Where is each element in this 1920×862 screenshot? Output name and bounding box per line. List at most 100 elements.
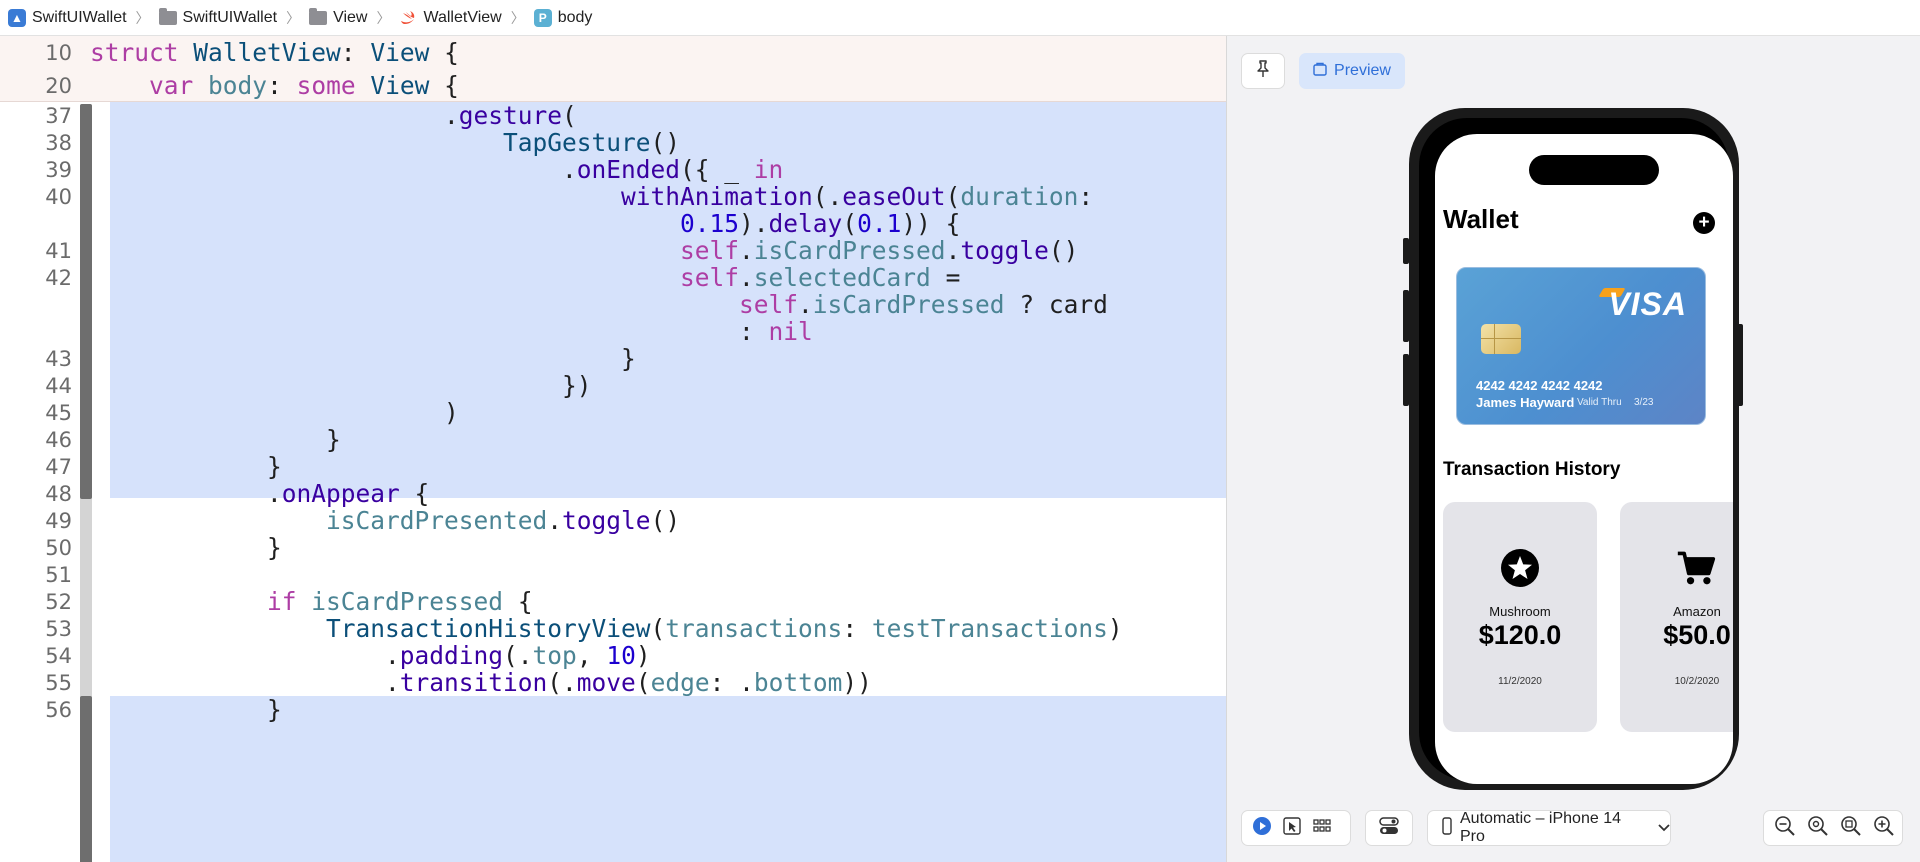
transaction-card[interactable]: Mushroom $120.0 11/2/2020 [1443,502,1597,732]
code-text: .transition(.move(edge: .bottom)) [90,668,872,697]
code-text: var body: some View { [149,71,459,100]
code-text: .padding(.top, 10) [90,641,651,670]
pin-preview-button[interactable] [1241,53,1285,89]
toggles-icon [1378,816,1400,841]
preview-canvas: Preview Wallet + VISA 4242 4242 4242 424… [1227,36,1920,862]
sticky-code-line[interactable]: 20 var body: some View { [0,69,1226,102]
line-number: 42 [45,266,72,290]
code-line[interactable]: 50 } [0,533,1226,562]
code-line[interactable]: 43 } [0,344,1226,373]
card-valid-label: Valid Thru [1577,397,1622,408]
phone-screen[interactable]: Wallet + VISA 4242 4242 4242 4242 James … [1435,134,1733,784]
transaction-list[interactable]: Mushroom $120.0 11/2/2020 Amazon $50.0 1… [1443,502,1733,732]
zoom-actual-size-icon[interactable] [1840,815,1862,842]
preview-mode-controls [1241,810,1351,846]
pin-icon [1255,59,1271,83]
breadcrumb-item-group[interactable]: SwiftUIWallet [158,7,278,27]
code-line[interactable]: 48 .onAppear { [0,479,1226,508]
credit-card[interactable]: VISA 4242 4242 4242 4242 James Hayward V… [1456,267,1706,425]
code-line[interactable]: 44 }) [0,371,1226,400]
line-number: 54 [45,644,72,668]
code-line[interactable]: 55 .transition(.move(edge: .bottom)) [0,668,1226,697]
code-line[interactable]: 56 } [0,695,1226,724]
code-line[interactable]: 52 if isCardPressed { [0,587,1226,616]
live-mode-icon[interactable] [1252,816,1272,841]
sticky-code-line[interactable]: 10 struct WalletView: View { [0,36,1226,69]
code-line[interactable]: 37 .gesture( [0,101,1226,130]
line-number: 44 [45,374,72,398]
code-line[interactable]: : nil [0,317,1226,346]
zoom-to-fit-icon[interactable] [1807,815,1829,842]
code-line[interactable]: 47 } [0,452,1226,481]
breadcrumb-item-file[interactable]: WalletView [399,8,502,27]
line-number: 55 [45,671,72,695]
plus-icon: + [1698,212,1710,233]
code-line[interactable]: 49 isCardPresented.toggle() [0,506,1226,535]
code-line[interactable]: 45 ) [0,398,1226,427]
preview-icon [1313,62,1327,81]
breadcrumb-item-folder[interactable]: View [309,7,368,27]
code-line[interactable]: 54 .padding(.top, 10) [0,641,1226,670]
line-number: 48 [45,482,72,506]
code-editor[interactable]: 37 .gesture(38 TapGesture() 39 .onEnded({… [0,36,1226,862]
device-picker[interactable]: Automatic – iPhone 14 Pro [1427,810,1671,846]
line-number: 53 [45,617,72,641]
breadcrumb-label: WalletView [423,8,502,26]
chevron-right-icon: 〉 [135,9,150,26]
line-number: 40 [45,185,72,209]
variants-grid-icon[interactable] [1312,816,1332,841]
transaction-date: 10/2/2020 [1674,676,1720,687]
code-line[interactable]: 41 self.isCardPressed.toggle() [0,236,1226,265]
code-text: } [90,695,282,724]
code-line[interactable]: 38 TapGesture() [0,128,1226,157]
zoom-out-icon[interactable] [1774,815,1796,842]
selectable-mode-icon[interactable] [1282,816,1302,841]
chevron-right-icon: 〉 [286,9,301,26]
code-line[interactable]: 39 .onEnded({ _ in [0,155,1226,184]
breadcrumb-item-symbol[interactable]: P body [533,8,592,27]
code-text: withAnimation(.easeOut(duration: [621,182,1094,211]
code-text: if isCardPressed { [267,587,533,616]
breadcrumb-label: SwiftUIWallet [182,8,278,26]
property-icon: P [533,8,552,27]
code-text: TransactionHistoryView(transactions: tes… [326,614,1123,643]
code-line[interactable]: 51 [0,561,1226,588]
line-number: 46 [45,428,72,452]
phone-frame: Wallet + VISA 4242 4242 4242 4242 James … [1409,108,1739,790]
dynamic-island [1529,155,1659,185]
folder-icon [309,7,328,25]
card-valid-date: 3/23 [1634,397,1654,408]
zoom-in-icon[interactable] [1873,815,1895,842]
chevron-right-icon: 〉 [510,9,525,26]
code-text: self.isCardPressed.toggle() [680,236,1079,265]
line-number: 39 [45,158,72,182]
line-number: 45 [45,401,72,425]
line-number: 10 [45,41,72,65]
add-card-button[interactable]: + [1693,212,1715,234]
code-line[interactable]: 42 self.selectedCard = [0,263,1226,292]
transaction-merchant: Amazon [1673,604,1721,619]
transaction-card[interactable]: Amazon $50.0 10/2/2020 [1620,502,1733,732]
breadcrumb-label: View [333,8,368,26]
line-number: 43 [45,347,72,371]
transaction-merchant: Mushroom [1489,604,1551,619]
breadcrumb-label: SwiftUIWallet [32,8,127,26]
sticky-header[interactable]: 10 struct WalletView: View {20 var body: … [0,36,1226,102]
code-line[interactable]: 40 withAnimation(.easeOut(duration: [0,182,1226,211]
code-text: 0.15).delay(0.1)) { [680,209,961,238]
code-line[interactable]: 53 TransactionHistoryView(transactions: … [0,614,1226,643]
code-text: } [90,344,636,373]
device-settings-button[interactable] [1365,810,1413,846]
folder-icon [158,7,177,25]
preview-button[interactable]: Preview [1299,53,1405,89]
card-brand-logo: VISA [1608,286,1687,322]
card-holder: James Hayward [1476,395,1575,410]
line-number: 56 [45,698,72,722]
breadcrumb-item-project[interactable]: ▲ SwiftUIWallet [8,8,127,27]
code-line[interactable]: 46 } [0,425,1226,454]
code-line[interactable]: 0.15).delay(0.1)) { [0,209,1226,238]
code-line[interactable]: self.isCardPressed ? card [0,290,1226,319]
code-text: } [90,533,282,562]
line-number: 52 [45,590,72,614]
line-number: 50 [45,536,72,560]
